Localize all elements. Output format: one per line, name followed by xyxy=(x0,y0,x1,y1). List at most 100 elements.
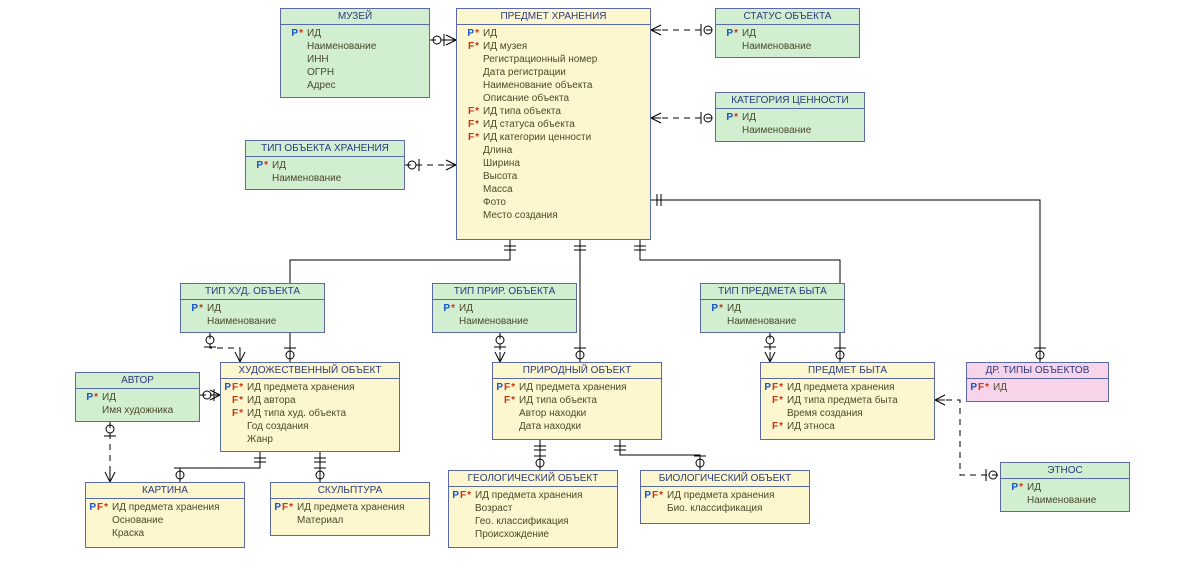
entity-title: ТИП ПРЕДМЕТА БЫТА xyxy=(701,284,844,300)
entity-attribute: F*ИД типа объекта xyxy=(461,105,646,118)
connector-art_object-painting xyxy=(180,452,260,482)
entity-attribute: ОГРН xyxy=(285,66,425,79)
entity-title: МУЗЕЙ xyxy=(281,9,429,25)
entity-attribute: Описание объекта xyxy=(461,92,646,105)
entity-attribute: PF*ИД xyxy=(971,381,1104,394)
entity-attribute: Наименование xyxy=(250,172,400,185)
entity-attribute: Дата регистрации xyxy=(461,66,646,79)
entity-attribute: Наименование xyxy=(437,315,572,328)
entity-title: ХУДОЖЕСТВЕННЫЙ ОБЪЕКТ xyxy=(221,363,399,379)
entity-attribute: Наименование xyxy=(720,124,860,137)
entity-attribute: Время создания xyxy=(765,407,930,420)
entity-attribute: Наименование xyxy=(285,40,425,53)
entity-art_object: ХУДОЖЕСТВЕННЫЙ ОБЪЕКТ PF*ИД предмета хран… xyxy=(220,362,400,452)
entity-title: ЭТНОС xyxy=(1001,463,1129,479)
entity-attribute: PF*ИД предмета хранения xyxy=(765,381,930,394)
entity-attribute: PF*ИД предмета хранения xyxy=(90,501,240,514)
entity-nat_type: ТИП ПРИР. ОБЪЕКТА P*ИДНаименование xyxy=(432,283,577,333)
entity-attribute: Ширина xyxy=(461,157,646,170)
entity-attribute: Год создания xyxy=(225,420,395,433)
entity-attribute: Краска xyxy=(90,527,240,540)
entity-art_type: ТИП ХУД. ОБЪЕКТА P*ИДНаименование xyxy=(180,283,325,333)
entity-attribute: PF*ИД предмета хранения xyxy=(645,489,805,502)
entity-attribute: F*ИД типа предмета быта xyxy=(765,394,930,407)
entity-title: ТИП ОБЪЕКТА ХРАНЕНИЯ xyxy=(246,141,404,157)
entity-title: ТИП ХУД. ОБЪЕКТА xyxy=(181,284,324,300)
entity-attribute: Наименование xyxy=(720,40,855,53)
entity-attribute: Автор находки xyxy=(497,407,657,420)
entity-home_item: ПРЕДМЕТ БЫТАPF*ИД предмета храненияF*ИД … xyxy=(760,362,935,440)
entity-attribute: Наименование xyxy=(185,315,320,328)
entity-title: ДР. ТИПЫ ОБЪЕКТОВ xyxy=(967,363,1108,379)
entity-attribute: ИНН xyxy=(285,53,425,66)
entity-attribute: Имя художника xyxy=(80,404,195,417)
entity-attribute: Масса xyxy=(461,183,646,196)
entity-attribute: Гео. классификация xyxy=(453,515,613,528)
connector-nat_object-bio_object xyxy=(620,440,700,470)
entity-attribute: P*ИД xyxy=(185,302,320,315)
entity-store_type: ТИП ОБЪЕКТА ХРАНЕНИЯ P*ИДНаименование xyxy=(245,140,405,190)
entity-attribute: Наименование xyxy=(705,315,840,328)
entity-title: КАРТИНА xyxy=(86,483,244,499)
entity-title: СКУЛЬПТУРА xyxy=(271,483,429,499)
entity-attribute: F*ИД типа объекта xyxy=(497,394,657,407)
entity-title: ГЕОЛОГИЧЕСКИЙ ОБЪЕКТ xyxy=(449,471,617,487)
entity-attribute: Возраст xyxy=(453,502,613,515)
entity-attribute: P*ИД xyxy=(720,27,855,40)
entity-attribute: Материал xyxy=(275,514,425,527)
entity-attribute: PF*ИД предмета хранения xyxy=(225,381,395,394)
entity-attribute: P*ИД xyxy=(461,27,646,40)
entity-title: ПРИРОДНЫЙ ОБЪЕКТ xyxy=(493,363,661,379)
entity-title: КАТЕГОРИЯ ЦЕННОСТИ xyxy=(716,93,864,109)
entity-title: СТАТУС ОБЪЕКТА xyxy=(716,9,859,25)
entity-attribute: F*ИД типа худ. объекта xyxy=(225,407,395,420)
entity-value_cat: КАТЕГОРИЯ ЦЕННОСТИ P*ИДНаименование xyxy=(715,92,865,142)
entity-attribute: Наименование xyxy=(1005,494,1125,507)
entity-author: АВТОР P*ИДИмя художника xyxy=(75,372,200,422)
entity-attribute: PF*ИД предмета хранения xyxy=(275,501,425,514)
connector-home_item-ethnos xyxy=(935,400,1000,475)
entity-attribute: F*ИД этноса xyxy=(765,420,930,433)
entity-attribute: Фото xyxy=(461,196,646,209)
entity-title: ПРЕДМЕТ БЫТА xyxy=(761,363,934,379)
entity-item_type: ТИП ПРЕДМЕТА БЫТАP*ИДНаименование xyxy=(700,283,845,333)
entity-attribute: Длина xyxy=(461,144,646,157)
entity-painting: КАРТИНА PF*ИД предмета храненияОснованиеК… xyxy=(85,482,245,548)
entity-title: ПРЕДМЕТ ХРАНЕНИЯ xyxy=(457,9,650,25)
entity-ethnos: ЭТНОС P*ИДНаименование xyxy=(1000,462,1130,512)
entity-museum: МУЗЕЙ P*ИДНаименованиеИННОГРНАдрес xyxy=(280,8,430,98)
connector-storage_item-other_types xyxy=(651,200,1040,362)
entity-attribute: P*ИД xyxy=(285,27,425,40)
entity-title: БИОЛОГИЧЕСКИЙ ОБЪЕКТ xyxy=(641,471,809,487)
entity-attribute: Дата находки xyxy=(497,420,657,433)
entity-attribute: F*ИД категории ценности xyxy=(461,131,646,144)
entity-attribute: PF*ИД предмета хранения xyxy=(453,489,613,502)
entity-obj_status: СТАТУС ОБЪЕКТА P*ИДНаименование xyxy=(715,8,860,58)
entity-title: АВТОР xyxy=(76,373,199,389)
entity-attribute: PF*ИД предмета хранения xyxy=(497,381,657,394)
entity-attribute: F*ИД автора xyxy=(225,394,395,407)
entity-nat_object: ПРИРОДНЫЙ ОБЪЕКТ PF*ИД предмета храненияF… xyxy=(492,362,662,440)
entity-attribute: F*ИД музея xyxy=(461,40,646,53)
entity-attribute: Био. классификация xyxy=(645,502,805,515)
entity-sculpture: СКУЛЬПТУРА PF*ИД предмета храненияМатериа… xyxy=(270,482,430,536)
entity-attribute: Регистрационный номер xyxy=(461,53,646,66)
entity-attribute: F*ИД статуса объекта xyxy=(461,118,646,131)
entity-geo_object: ГЕОЛОГИЧЕСКИЙ ОБЪЕКТ PF*ИД предмета хране… xyxy=(448,470,618,548)
entity-attribute: P*ИД xyxy=(80,391,195,404)
entity-attribute: Жанр xyxy=(225,433,395,446)
entity-other_types: ДР. ТИПЫ ОБЪЕКТОВ PF*ИД xyxy=(966,362,1109,402)
entity-title: ТИП ПРИР. ОБЪЕКТА xyxy=(433,284,576,300)
entity-attribute: P*ИД xyxy=(437,302,572,315)
entity-attribute: P*ИД xyxy=(1005,481,1125,494)
entity-attribute: Место создания xyxy=(461,209,646,222)
entity-attribute: P*ИД xyxy=(250,159,400,172)
entity-attribute: Наименование объекта xyxy=(461,79,646,92)
entity-attribute: Основание xyxy=(90,514,240,527)
entity-attribute: Высота xyxy=(461,170,646,183)
connector-art_type-art_object xyxy=(210,333,240,362)
entity-bio_object: БИОЛОГИЧЕСКИЙ ОБЪЕКТ PF*ИД предмета хране… xyxy=(640,470,810,524)
entity-storage_item: ПРЕДМЕТ ХРАНЕНИЯ P*ИДF*ИД музеяРегистраци… xyxy=(456,8,651,240)
entity-attribute: Адрес xyxy=(285,79,425,92)
entity-attribute: P*ИД xyxy=(720,111,860,124)
